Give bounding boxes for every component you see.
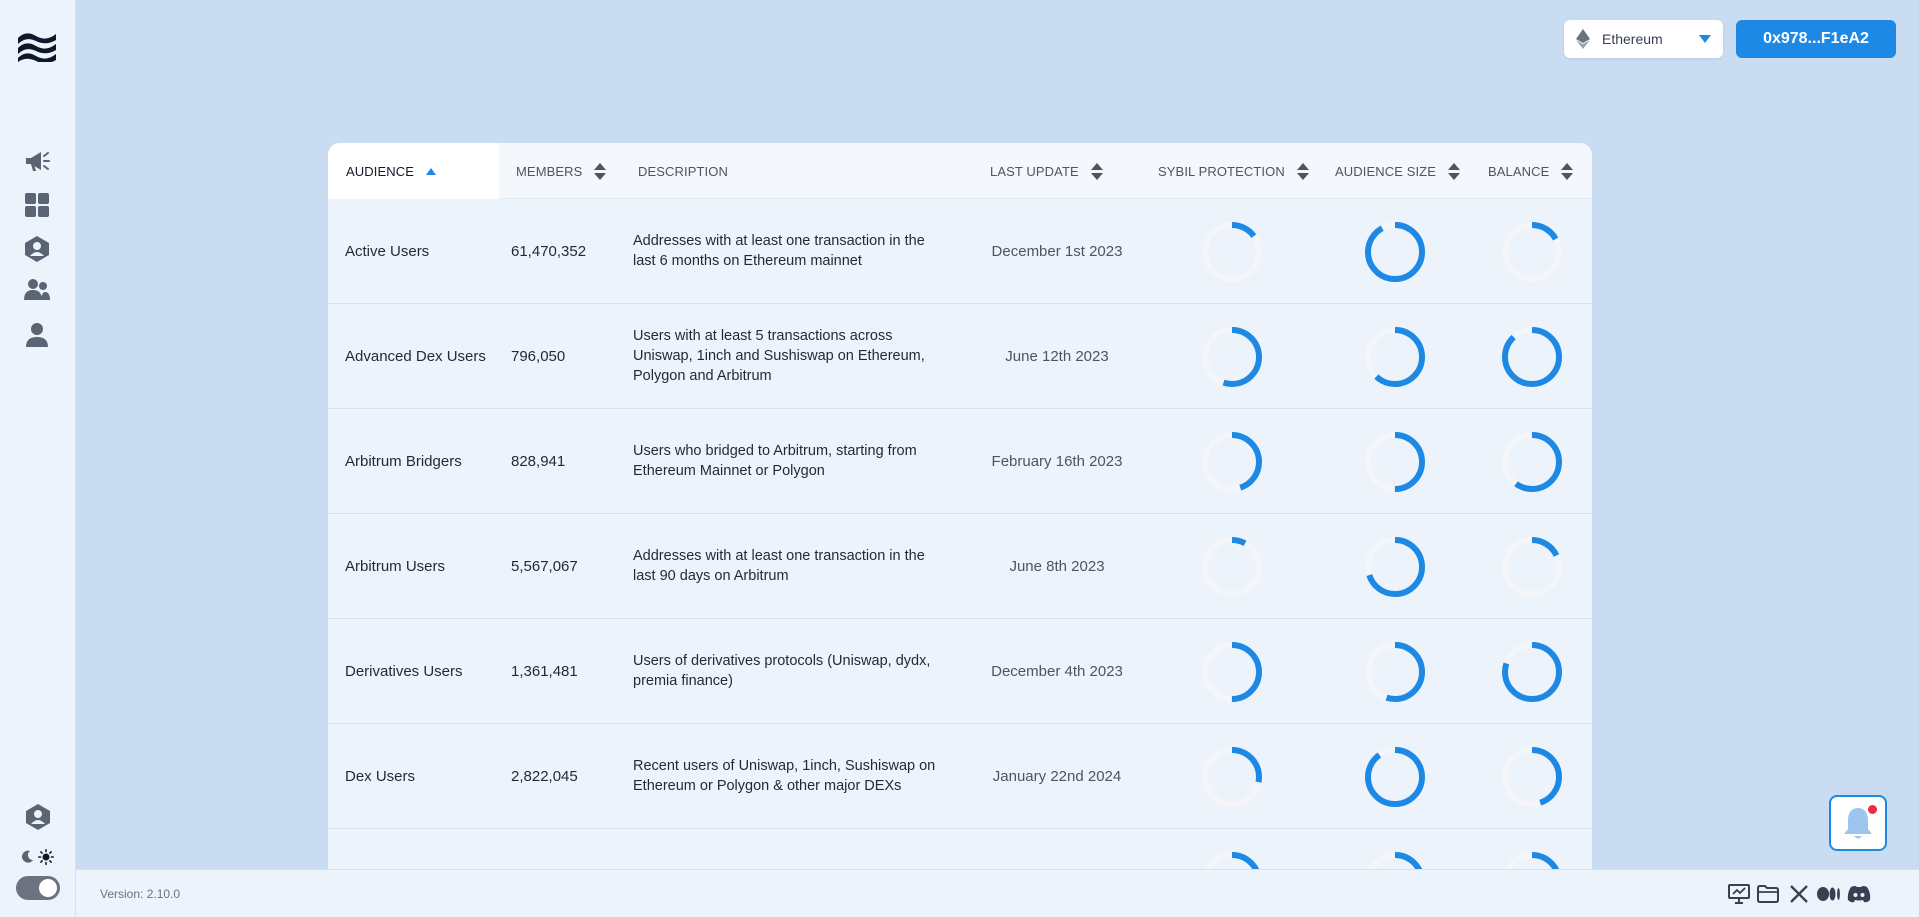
presentation-icon[interactable] bbox=[1727, 882, 1751, 906]
medium-icon[interactable] bbox=[1817, 882, 1841, 906]
members-count: 2,822,045 bbox=[511, 767, 578, 785]
notification-badge bbox=[1868, 805, 1877, 814]
audience-description: Recent users of Uniswap, 1inch, Sushiswa… bbox=[633, 758, 936, 794]
progress-ring bbox=[1501, 326, 1563, 388]
members-count: 828,941 bbox=[511, 452, 566, 470]
progress-ring bbox=[1201, 431, 1263, 493]
table-header: AUDIENCE MEMBERS DESCRIPTION LAST UPDATE… bbox=[328, 143, 1592, 199]
x-twitter-icon[interactable] bbox=[1787, 882, 1811, 906]
audience-description: Users who bridged to Arbitrum, starting … bbox=[633, 443, 917, 479]
audience-name: Dex Users bbox=[345, 767, 416, 785]
audience-name: Arbitrum Users bbox=[345, 557, 446, 575]
audience-table: AUDIENCE MEMBERS DESCRIPTION LAST UPDATE… bbox=[328, 143, 1592, 870]
header-audience[interactable]: AUDIENCE bbox=[328, 143, 499, 199]
sort-asc-icon bbox=[425, 167, 436, 175]
progress-ring bbox=[1201, 536, 1263, 598]
version-label: Version: 2.10.0 bbox=[100, 887, 181, 901]
sort-icon bbox=[594, 162, 607, 180]
table-row[interactable]: Active Users 61,470,352 Addresses with at … bbox=[328, 199, 1592, 304]
header-members[interactable]: MEMBERS bbox=[516, 143, 607, 199]
shield-user-icon[interactable] bbox=[23, 802, 53, 832]
footer: Version: 2.10.0 bbox=[76, 869, 1919, 917]
header-description: DESCRIPTION bbox=[638, 163, 728, 179]
theme-indicator bbox=[20, 846, 56, 868]
sort-icon bbox=[1296, 162, 1309, 180]
sun-icon bbox=[38, 849, 54, 865]
last-update-date: December 1st 2023 bbox=[991, 242, 1123, 260]
sidebar bbox=[0, 0, 76, 917]
table-body: Active Users 61,470,352 Addresses with at … bbox=[328, 199, 1592, 870]
network-select[interactable]: Ethereum bbox=[1564, 20, 1723, 58]
audience-description: Addresses with at least one transaction … bbox=[633, 548, 925, 584]
progress-ring bbox=[1201, 746, 1263, 808]
audience-description: Users with at least 5 transactions acros… bbox=[633, 328, 925, 384]
notification-button[interactable] bbox=[1829, 795, 1887, 851]
discord-icon[interactable] bbox=[1847, 882, 1871, 906]
header-balance[interactable]: BALANCE bbox=[1488, 143, 1574, 199]
wallet-button[interactable]: 0x978...F1eA2 bbox=[1736, 20, 1896, 58]
shield-user-icon[interactable] bbox=[22, 234, 52, 264]
progress-ring bbox=[1364, 431, 1426, 493]
table-row[interactable]: Arbitrum Users 5,567,067 Addresses with at… bbox=[328, 514, 1592, 619]
users-icon[interactable] bbox=[22, 275, 52, 305]
progress-ring bbox=[1501, 536, 1563, 598]
progress-ring bbox=[1364, 851, 1426, 870]
table-row[interactable]: Advanced Dex Users 796,050 Users with at l… bbox=[328, 304, 1592, 409]
header-audience-size[interactable]: AUDIENCE SIZE bbox=[1335, 143, 1460, 199]
table-row[interactable]: Arbitrum Bridgers 828,941 Users who bridge… bbox=[328, 409, 1592, 514]
progress-ring bbox=[1501, 641, 1563, 703]
audience-description: Users of derivatives protocols (Uniswap,… bbox=[633, 653, 931, 689]
ethereum-icon bbox=[1576, 29, 1590, 49]
progress-ring bbox=[1501, 851, 1563, 870]
last-update-date bbox=[972, 829, 1142, 870]
megaphone-icon[interactable] bbox=[22, 146, 52, 176]
progress-ring bbox=[1364, 746, 1426, 808]
progress-ring bbox=[1201, 641, 1263, 703]
audience-name: Advanced Dex Users bbox=[345, 347, 486, 365]
audience-name: Derivatives Users bbox=[345, 662, 463, 680]
members-count: 61,470,352 bbox=[511, 242, 587, 260]
audience-name: Active Users bbox=[345, 242, 430, 260]
progress-ring bbox=[1201, 221, 1263, 283]
audience-name: Arbitrum Bridgers bbox=[345, 452, 462, 470]
user-icon[interactable] bbox=[22, 320, 52, 350]
last-update-date: February 16th 2023 bbox=[991, 452, 1123, 470]
table-row[interactable]: Dex Users 2,822,045 Recent users of Uniswa… bbox=[328, 724, 1592, 829]
last-update-date: January 22nd 2024 bbox=[992, 767, 1122, 785]
dashboard-icon[interactable] bbox=[22, 190, 52, 220]
progress-ring bbox=[1201, 326, 1263, 388]
members-count: 5,567,067 bbox=[511, 557, 578, 575]
theme-toggle[interactable] bbox=[16, 876, 60, 900]
progress-ring bbox=[1364, 641, 1426, 703]
folder-icon[interactable] bbox=[1756, 882, 1780, 906]
audience-description: Addresses with at least one transaction … bbox=[633, 233, 925, 269]
members-count: 796,050 bbox=[511, 347, 566, 365]
progress-ring bbox=[1501, 431, 1563, 493]
progress-ring bbox=[1364, 221, 1426, 283]
last-update-date: June 8th 2023 bbox=[1009, 557, 1105, 575]
progress-ring bbox=[1364, 536, 1426, 598]
header-last-update[interactable]: LAST UPDATE bbox=[990, 143, 1103, 199]
table-row[interactable]: Derivatives Users 1,361,481 Users of deriv… bbox=[328, 619, 1592, 724]
progress-ring bbox=[1364, 326, 1426, 388]
progress-ring bbox=[1501, 746, 1563, 808]
last-update-date: December 4th 2023 bbox=[991, 662, 1123, 680]
network-label: Ethereum bbox=[1602, 31, 1663, 47]
sort-icon bbox=[1090, 162, 1103, 180]
table-row[interactable]: Accounts which deployed a contract on bbox=[328, 829, 1592, 870]
moon-icon bbox=[22, 850, 33, 863]
header-sybil-protection[interactable]: SYBIL PROTECTION bbox=[1158, 143, 1309, 199]
logo-icon[interactable] bbox=[16, 28, 58, 64]
audience-description: Accounts which deployed a contract on bbox=[633, 829, 943, 870]
sort-icon bbox=[1561, 162, 1574, 180]
progress-ring bbox=[1201, 851, 1263, 870]
sort-icon bbox=[1447, 162, 1460, 180]
progress-ring bbox=[1501, 221, 1563, 283]
last-update-date: June 12th 2023 bbox=[1005, 347, 1109, 365]
chevron-down-icon bbox=[1699, 35, 1711, 43]
members-count: 1,361,481 bbox=[511, 662, 578, 680]
